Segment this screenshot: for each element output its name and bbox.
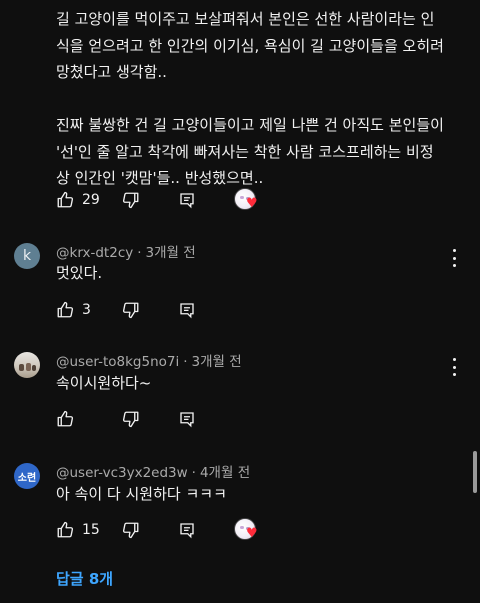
thumbs-up-icon: [57, 410, 74, 427]
comment-meta: @krx-dt2cy · 3개월 전: [56, 245, 196, 261]
thumbs-up-icon: [57, 521, 74, 538]
like-button[interactable]: [56, 410, 122, 428]
comment-author[interactable]: @user-vc3yx2ed3w: [56, 465, 188, 481]
like-count: 29: [82, 192, 100, 208]
like-button[interactable]: 15: [56, 521, 122, 539]
avatar-letter: k: [22, 248, 32, 264]
top-comment: 길 고양이를 먹이주고 보살펴줘서 본인은 선한 사람이라는 인 식을 얻으려고…: [56, 6, 468, 192]
comment-actions: 15 ♥: [56, 518, 260, 542]
comment-actions: 3: [56, 298, 234, 322]
comment-text: 아 속이 다 시원하다 ㅋㅋㅋ: [56, 485, 227, 503]
comment-icon: [180, 523, 194, 539]
comment-actions: 29 ♥: [56, 188, 260, 212]
comment-time[interactable]: 4개월 전: [200, 465, 250, 481]
dislike-button[interactable]: [122, 191, 178, 209]
thumbs-down-icon: [122, 302, 139, 319]
comment-text: 속이시원하다~: [56, 374, 152, 392]
dislike-button[interactable]: [122, 410, 178, 428]
creator-heart-badge: ♥: [234, 188, 260, 212]
comment-time[interactable]: 3개월 전: [146, 245, 196, 261]
comment-text: 멋있다.: [56, 264, 103, 282]
reply-button[interactable]: [178, 191, 234, 209]
dislike-button[interactable]: [122, 521, 178, 539]
comment-icon: [180, 193, 194, 209]
comment-author[interactable]: @user-to8kg5no7i: [56, 354, 179, 370]
comment-time[interactable]: 3개월 전: [192, 354, 242, 370]
reply-button[interactable]: [178, 301, 234, 319]
thumbs-down-icon: [122, 411, 139, 428]
avatar[interactable]: 소련: [14, 463, 40, 489]
reply-button[interactable]: [178, 521, 234, 539]
comment-text: 길 고양이를 먹이주고 보살펴줘서 본인은 선한 사람이라는 인 식을 얻으려고…: [56, 10, 444, 187]
heart-icon: ♥: [246, 196, 258, 211]
like-button[interactable]: 29: [56, 191, 122, 209]
scrollbar[interactable]: [473, 451, 477, 493]
like-button[interactable]: 3: [56, 301, 122, 319]
heart-icon: ♥: [246, 526, 258, 541]
comment-meta: @user-vc3yx2ed3w · 4개월 전: [56, 465, 251, 481]
thumbs-down-icon: [122, 522, 139, 539]
thumbs-up-icon: [57, 301, 74, 318]
comment-meta: @user-to8kg5no7i · 3개월 전: [56, 354, 242, 370]
reply-button[interactable]: [178, 410, 234, 428]
avatar[interactable]: k: [14, 243, 40, 269]
dislike-button[interactable]: [122, 301, 178, 319]
comment-author[interactable]: @krx-dt2cy: [56, 245, 133, 261]
avatar-letter: 소련: [17, 472, 37, 484]
comment-icon: [180, 303, 194, 319]
avatar[interactable]: [14, 352, 40, 378]
thumbs-up-icon: [57, 191, 74, 208]
more-options-icon[interactable]: [446, 358, 462, 376]
view-replies-button[interactable]: 답글 8개: [56, 568, 113, 589]
comment-actions: [56, 407, 234, 431]
thumbs-down-icon: [122, 192, 139, 209]
like-count: 15: [82, 522, 100, 538]
creator-heart-badge: ♥: [234, 518, 260, 542]
more-options-icon[interactable]: [446, 249, 462, 267]
like-count: 3: [82, 302, 91, 318]
comment-icon: [180, 412, 194, 428]
